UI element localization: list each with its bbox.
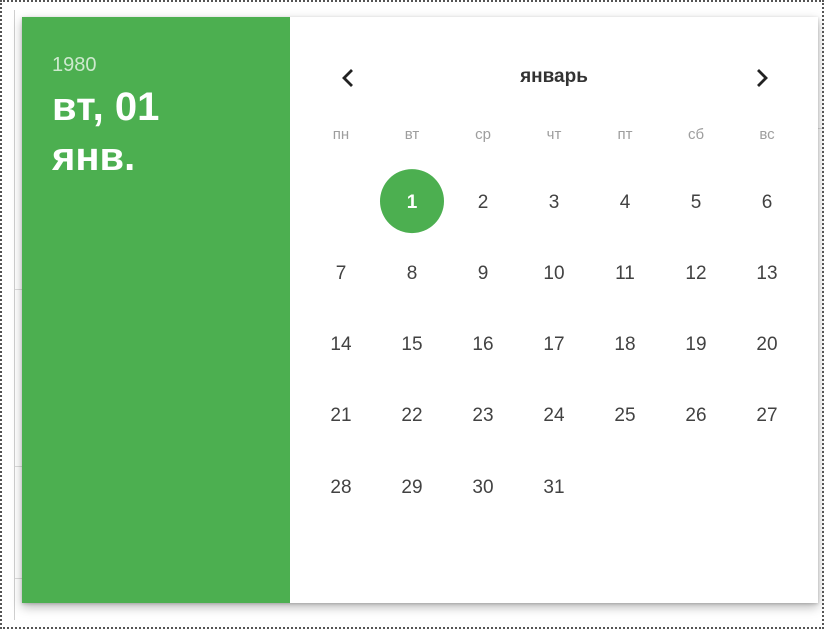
weekday-label: сб (687, 126, 705, 143)
calendar-day[interactable]: 20 (732, 310, 803, 381)
month-label: январь (520, 66, 588, 87)
calendar-day-number: 31 (543, 476, 565, 498)
calendar-day-selected[interactable]: 1 (377, 167, 448, 238)
calendar-day[interactable]: 11 (590, 238, 661, 309)
calendar-day[interactable]: 9 (448, 238, 519, 309)
date-picker-dialog: 1980 вт, 01 янв. январь пн вт ср чт пт с… (22, 17, 818, 603)
calendar-day[interactable]: 7 (306, 238, 377, 309)
weekday-label: вс (759, 126, 775, 143)
calendar-day[interactable]: 28 (306, 452, 377, 523)
year-selector[interactable]: 1980 (52, 52, 290, 78)
calendar-day-number: 22 (401, 405, 423, 427)
calendar-day-number: 13 (756, 262, 778, 284)
calendar-day-number: 20 (756, 334, 778, 355)
calendar-day[interactable]: 3 (519, 167, 590, 238)
calendar-day[interactable]: 10 (519, 238, 590, 309)
calendar-day[interactable]: 26 (661, 381, 732, 452)
background-divider (14, 578, 22, 579)
calendar-day[interactable]: 24 (519, 381, 590, 452)
calendar-day-number: 2 (477, 191, 489, 213)
calendar-day-number: 17 (543, 334, 565, 355)
calendar-day[interactable]: 27 (732, 381, 803, 452)
calendar-day[interactable]: 2 (448, 167, 519, 238)
calendar-day[interactable]: 19 (661, 310, 732, 381)
calendar-day[interactable]: 6 (732, 167, 803, 238)
calendar-day-number: 6 (761, 191, 773, 213)
calendar-day-number: 14 (330, 334, 352, 355)
selected-date-display[interactable]: вт, 01 янв. (52, 82, 252, 182)
calendar-day[interactable]: 15 (377, 310, 448, 381)
calendar-day-number: 12 (685, 262, 707, 284)
next-month-button[interactable] (744, 60, 780, 96)
chevron-right-icon (757, 69, 768, 87)
calendar-day-number: 29 (401, 476, 423, 498)
calendar-day-number: 9 (477, 262, 489, 284)
calendar-day-number: 7 (335, 262, 347, 284)
calendar-day-number: 30 (472, 476, 494, 498)
calendar-day-blank (306, 167, 377, 238)
calendar-day-number: 16 (472, 334, 494, 355)
calendar-day-number: 25 (614, 405, 636, 427)
chevron-left-icon (342, 69, 353, 87)
previous-month-button[interactable] (330, 60, 366, 96)
weekday-label: чт (546, 126, 562, 143)
calendar-day-number: 3 (548, 191, 560, 213)
calendar-day[interactable]: 23 (448, 381, 519, 452)
calendar-day-grid: 1 2 3 4 5 6 7 8 9 10 11 12 13 14 15 16 17 18 19 20 21 22 23 24 2… (306, 167, 803, 523)
calendar-day[interactable]: 16 (448, 310, 519, 381)
calendar-day-number: 23 (472, 405, 494, 427)
date-picker-header: 1980 вт, 01 янв. (22, 17, 290, 603)
calendar-day-number: 26 (685, 405, 707, 427)
weekday-label: вт (404, 126, 420, 143)
background-divider (14, 10, 15, 620)
calendar-day-number: 27 (756, 405, 778, 427)
background-divider (14, 289, 22, 290)
calendar-day[interactable]: 17 (519, 310, 590, 381)
calendar-day[interactable]: 12 (661, 238, 732, 309)
weekday-label: ср (475, 126, 491, 143)
calendar-day[interactable]: 25 (590, 381, 661, 452)
weekday-label: пн (332, 126, 350, 143)
background-divider (818, 128, 824, 129)
calendar-day[interactable]: 30 (448, 452, 519, 523)
calendar-day[interactable]: 4 (590, 167, 661, 238)
calendar-day[interactable]: 29 (377, 452, 448, 523)
calendar-day-number: 18 (614, 334, 636, 355)
calendar-day-number: 10 (543, 262, 565, 284)
calendar-day-number: 1 (406, 191, 418, 213)
weekday-label: пт (617, 126, 633, 143)
calendar-day-number: 5 (690, 191, 702, 213)
calendar-day-number: 21 (330, 405, 352, 427)
background-divider (14, 466, 22, 467)
calendar-day-number: 19 (685, 334, 707, 355)
calendar-day[interactable]: 8 (377, 238, 448, 309)
calendar-day[interactable]: 18 (590, 310, 661, 381)
calendar-day-number: 24 (543, 405, 565, 427)
calendar-panel: январь пн вт ср чт пт сб вс 1 2 3 4 5 6 7 8 9 10 1… (290, 17, 818, 603)
calendar-day[interactable]: 31 (519, 452, 590, 523)
calendar-day-number: 28 (330, 476, 352, 498)
calendar-day-number: 4 (619, 191, 631, 213)
calendar-day[interactable]: 13 (732, 238, 803, 309)
calendar-day-number: 11 (615, 262, 635, 284)
calendar-day[interactable]: 22 (377, 381, 448, 452)
calendar-day[interactable]: 5 (661, 167, 732, 238)
calendar-day[interactable]: 21 (306, 381, 377, 452)
calendar-day[interactable]: 14 (306, 310, 377, 381)
weekday-header-row: пн вт ср чт пт сб вс (306, 118, 803, 152)
calendar-day-number: 15 (401, 334, 423, 355)
calendar-day-number: 8 (406, 262, 418, 284)
